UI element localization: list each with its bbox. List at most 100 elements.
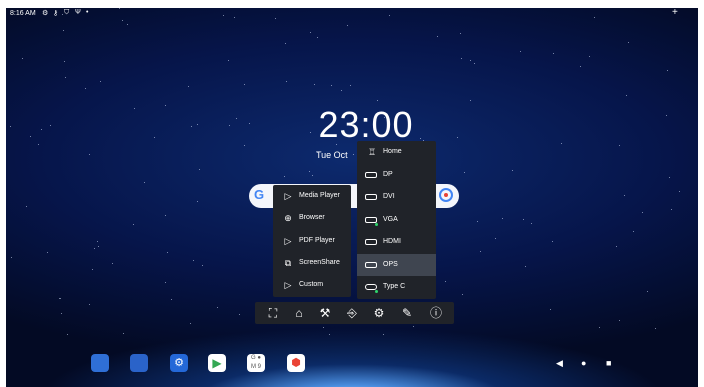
star	[67, 334, 68, 335]
star	[520, 51, 521, 52]
google-apps-icon[interactable]: G ● M 9	[247, 354, 265, 372]
star	[329, 334, 330, 335]
gear-icon: ⚙	[42, 10, 49, 17]
star	[461, 58, 462, 59]
clock-time: 23:00	[318, 104, 414, 145]
star	[647, 291, 648, 292]
star	[171, 299, 172, 300]
app-item-screenshare[interactable]: ⧉ ScreenShare	[273, 252, 351, 274]
star	[50, 125, 51, 126]
star	[63, 30, 64, 31]
star	[383, 334, 384, 335]
add-icon[interactable]: +	[672, 8, 678, 18]
play-store-icon[interactable]: ▶	[208, 354, 226, 372]
maps-app-icon[interactable]: ⬢	[287, 354, 305, 372]
star	[188, 86, 189, 87]
source-item-vga[interactable]: VGA	[357, 209, 436, 231]
app-menu: ▷ Media Player ⊕ Browser ▷ PDF Player ⧉ …	[273, 185, 351, 297]
star	[98, 246, 99, 247]
star	[667, 70, 668, 71]
star	[523, 219, 524, 220]
star	[470, 60, 471, 61]
source-item-label: VGA	[383, 216, 398, 223]
fullscreen-icon[interactable]: ⛶	[265, 305, 281, 321]
lens-icon[interactable]	[439, 188, 453, 202]
files-app-icon[interactable]	[130, 354, 148, 372]
star	[474, 63, 475, 64]
home-dot-icon[interactable]: ●	[581, 358, 586, 368]
star	[531, 223, 532, 224]
star	[347, 25, 348, 26]
star	[626, 95, 627, 96]
star	[628, 42, 629, 43]
star	[165, 105, 166, 106]
star	[679, 191, 680, 192]
star	[22, 58, 23, 59]
app-item-custom[interactable]: ▷ Custom	[273, 274, 351, 296]
star	[462, 294, 463, 295]
star	[249, 123, 250, 124]
source-item-dvi[interactable]: DVI	[357, 186, 436, 208]
star	[61, 313, 62, 314]
star	[154, 137, 155, 138]
status-time: 8:16 AM	[10, 10, 36, 17]
star	[165, 282, 166, 283]
star	[437, 36, 438, 37]
recents-icon[interactable]: ■	[606, 358, 611, 368]
star	[65, 77, 66, 78]
star	[413, 326, 414, 327]
source-item-ops[interactable]: OPS	[357, 254, 436, 276]
screenshare-icon: ⧉	[284, 258, 292, 268]
star	[199, 169, 200, 170]
usb-icon: Ψ	[75, 9, 81, 16]
star	[229, 125, 230, 126]
star	[60, 298, 61, 299]
star	[633, 231, 634, 232]
home-icon[interactable]: ⌂	[291, 305, 307, 321]
clock-date: Tue Oct	[316, 150, 348, 160]
star	[642, 212, 643, 213]
board-app-icon[interactable]	[91, 354, 109, 372]
dp-port-icon	[365, 172, 377, 178]
app-item-media-player[interactable]: ▷ Media Player	[273, 185, 351, 207]
star	[191, 126, 192, 127]
pen-icon[interactable]: ✎	[399, 305, 415, 321]
settings-icon[interactable]: ⚙	[371, 305, 387, 321]
source-item-dp[interactable]: DP	[357, 164, 436, 186]
star	[85, 88, 86, 89]
home-source-icon: ♖	[367, 147, 377, 157]
star	[127, 24, 128, 25]
source-item-home[interactable]: ♖ Home	[357, 141, 436, 163]
app-item-label: PDF Player	[299, 237, 335, 244]
star	[341, 90, 342, 91]
back-icon[interactable]: ◀	[556, 358, 563, 368]
hdmi-port-icon	[365, 239, 377, 245]
star	[310, 32, 311, 33]
source-item-type-c[interactable]: Type C	[357, 276, 436, 298]
input-source-icon[interactable]: ⎆	[344, 305, 360, 321]
star	[92, 269, 93, 270]
source-item-hdmi[interactable]: HDMI	[357, 231, 436, 253]
signal-indicator	[375, 290, 378, 293]
play-icon: ▷	[284, 236, 292, 246]
star	[464, 172, 465, 173]
star	[377, 100, 378, 101]
star	[477, 221, 478, 222]
star	[502, 218, 503, 219]
app-item-pdf-player[interactable]: ▷ PDF Player	[273, 230, 351, 252]
star	[165, 215, 166, 216]
app-item-browser[interactable]: ⊕ Browser	[273, 207, 351, 229]
star	[350, 85, 351, 86]
star	[331, 85, 332, 86]
star	[26, 206, 27, 207]
settings-app-icon[interactable]: ⚙	[170, 354, 188, 372]
star	[11, 257, 12, 258]
source-item-label: DVI	[383, 193, 395, 200]
tools-icon[interactable]: ⚒	[317, 305, 333, 321]
star	[134, 108, 135, 109]
status-bar: 8:16 AM ⚙ ⚷ ⛉ Ψ • +	[6, 8, 698, 20]
info-icon[interactable]: ⓘ	[428, 305, 444, 321]
star	[144, 182, 145, 183]
star	[97, 241, 98, 242]
star	[589, 56, 590, 57]
